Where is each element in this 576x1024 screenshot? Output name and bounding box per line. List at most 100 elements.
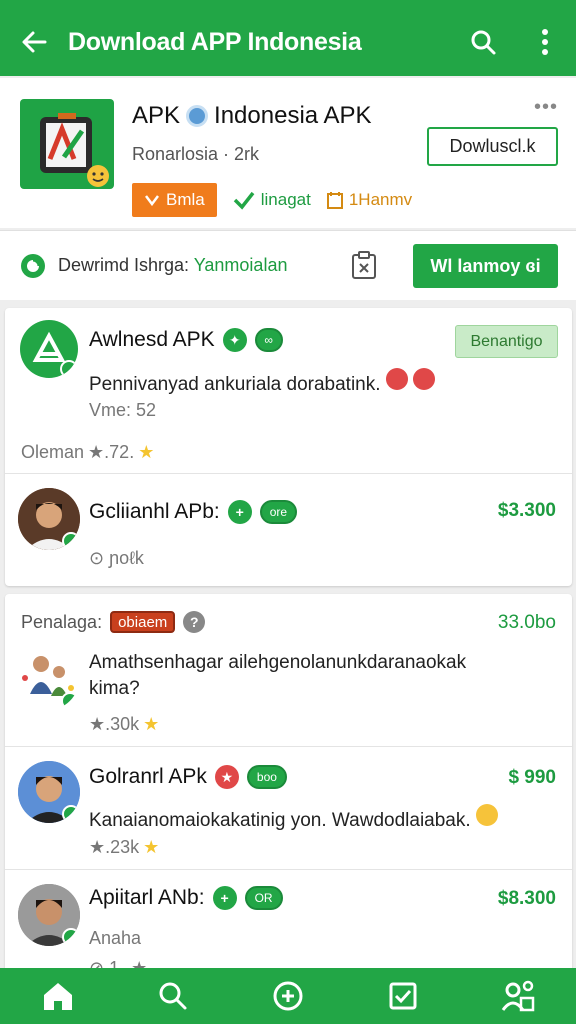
item-name: Gcliianhl APb: xyxy=(89,500,220,523)
app-logo-icon xyxy=(40,113,109,187)
overflow-menu-button[interactable] xyxy=(514,8,576,76)
item-name: Awlnesd APK xyxy=(89,328,215,351)
plus-badge-icon: + xyxy=(227,500,252,524)
info-bar: Dewrimd Ishrga: Yanmoialan Wl lanmoy ɞi xyxy=(0,230,576,300)
item-meta-label: Oleman xyxy=(21,442,85,462)
item-meta: ⊙ ɲoℓk xyxy=(89,548,144,568)
list-item[interactable]: Gcliianhl APb: + ore $3.300 ⊙ ɲoℓk xyxy=(5,474,572,586)
more-vert-icon xyxy=(542,29,548,55)
plus-badge-icon: + xyxy=(212,886,237,910)
item-price: $ 990 xyxy=(508,767,556,788)
angry-emoji-icon xyxy=(413,368,436,390)
sad-emoji-icon xyxy=(385,368,408,390)
more-options-icon[interactable]: ••• xyxy=(534,96,558,119)
worried-emoji-icon xyxy=(475,804,498,826)
item-description-cont: kima? xyxy=(89,678,140,699)
download-circle-icon xyxy=(273,981,303,1011)
item-pill: OR xyxy=(244,886,283,910)
info-label: Dewrimd Ishrga: xyxy=(58,255,190,275)
rating-value: ★.23k xyxy=(89,837,140,857)
download-button[interactable]: Dowluscl.k xyxy=(427,127,558,166)
bottom-nav xyxy=(0,968,576,1024)
info-check-icon xyxy=(21,254,45,278)
item-description: Kanaianomaiokakatinig yon. Wawdodlaiabak… xyxy=(89,804,498,832)
nav-download[interactable] xyxy=(230,968,345,1024)
item-meta: Oleman ★.72. ★ xyxy=(21,442,154,463)
chip-amber[interactable]: 1Hanmv xyxy=(326,190,413,210)
clipboard-icon[interactable] xyxy=(351,250,377,280)
card-header: Penalaga: obiaem ? 33.0bo xyxy=(5,594,572,642)
list-item[interactable]: Awlnesd APK ✦ ∞ Benantigo Pennivanyad an… xyxy=(5,308,572,472)
app-header-card: APK Indonesia APK ••• Ronarlosia · 2rk D… xyxy=(0,78,576,228)
nav-profile[interactable] xyxy=(461,968,576,1024)
rating-value: ★.30k xyxy=(89,714,140,734)
chip-orange-label: Bmla xyxy=(166,190,205,209)
list-item[interactable]: Amathsenhagar ailehgenolanunkdaranaokak … xyxy=(5,642,572,746)
item-rating: ★.72. xyxy=(88,442,135,462)
chip-amber-label: 1Hanmv xyxy=(348,190,413,209)
star-icon: ★ xyxy=(143,714,160,734)
app-name-suffix: Indonesia APK xyxy=(214,102,372,129)
check-icon xyxy=(233,191,255,210)
avatar xyxy=(17,648,79,710)
star-icon: ★ xyxy=(143,837,160,857)
chip-check[interactable]: linagat xyxy=(233,190,311,210)
nav-search[interactable] xyxy=(115,968,230,1024)
calendar-icon xyxy=(326,192,343,209)
item-title: Awlnesd APK ✦ ∞ xyxy=(89,328,283,352)
home-icon xyxy=(43,983,72,1010)
item-name: Golranrl APk xyxy=(89,765,207,788)
profile-icon xyxy=(502,980,535,1012)
page-title: Download APP Indonesia xyxy=(68,27,362,56)
online-badge-icon xyxy=(60,360,78,378)
chip-check-label: linagat xyxy=(260,190,311,209)
checkbox-icon xyxy=(389,982,417,1010)
list-item[interactable]: Apiitarl ANb: + OR $8.300 Anaha ⊘ 1₂ ★ xyxy=(5,870,572,978)
app-name-prefix: APK xyxy=(132,102,181,129)
nav-tasks[interactable] xyxy=(346,968,461,1024)
item-description: Pennivanyad ankuriala dorabatink. xyxy=(89,368,436,396)
review-card-2: Penalaga: obiaem ? 33.0bo Amathsenhagar … xyxy=(5,594,572,978)
star-badge-icon: ★ xyxy=(214,765,239,789)
help-icon[interactable]: ? xyxy=(183,611,206,633)
card-header-price: 33.0bo xyxy=(497,612,556,633)
arrow-left-icon xyxy=(22,31,47,53)
item-pill: ore xyxy=(259,500,298,524)
nav-home[interactable] xyxy=(0,968,115,1024)
chevron-down-icon xyxy=(145,195,159,206)
card-header-title: Penalaga: obiaem ? xyxy=(21,611,206,633)
app-name: APK Indonesia APK xyxy=(132,102,371,130)
item-description-text: Pennivanyad ankuriala dorabatink. xyxy=(89,374,381,395)
online-badge-icon xyxy=(62,805,80,823)
item-name: Apiitarl ANb: xyxy=(89,886,205,909)
card-header-tag[interactable]: obiaem xyxy=(110,611,176,633)
item-title: Golranrl APk ★ boo xyxy=(89,765,287,789)
info-highlight[interactable]: Yanmoialan xyxy=(194,255,288,275)
item-price: $8.300 xyxy=(497,888,556,909)
info-text: Dewrimd Ishrga: Yanmoialan xyxy=(58,255,287,276)
primary-action-button[interactable]: Wl lanmoy ɞi xyxy=(413,244,558,288)
review-card-1: Awlnesd APK ✦ ∞ Benantigo Pennivanyad an… xyxy=(5,308,572,586)
item-version: Vme: 52 xyxy=(89,400,157,420)
link-badge-icon: ∞ xyxy=(254,328,283,352)
item-price: $3.300 xyxy=(497,500,556,521)
avatar xyxy=(20,320,78,378)
card-header-label: Penalaga: xyxy=(21,611,103,632)
list-item[interactable]: Golranrl APk ★ boo $ 990 Kanaianomaiokak… xyxy=(5,747,572,868)
item-pill: boo xyxy=(246,765,287,789)
app-bar: Download APP Indonesia xyxy=(0,8,576,76)
app-icon xyxy=(20,99,114,189)
search-icon xyxy=(159,982,187,1010)
item-title: Gcliianhl APb: + ore xyxy=(89,500,298,524)
item-rating: ★.23k ★ xyxy=(89,837,159,858)
app-chips: Bmla linagat 1Hanmv xyxy=(132,183,412,217)
chip-orange[interactable]: Bmla xyxy=(132,183,217,217)
plus-badge-icon: ✦ xyxy=(222,328,247,352)
item-description: Amathsenhagar ailehgenolanunkdaranaokak xyxy=(89,652,467,673)
online-badge-icon xyxy=(61,692,79,710)
app-subtitle: Ronarlosia · 2rk xyxy=(132,144,260,164)
verified-icon xyxy=(186,105,209,127)
back-button[interactable] xyxy=(0,8,68,76)
search-button[interactable] xyxy=(452,8,514,76)
status-badge[interactable]: Benantigo xyxy=(455,325,558,358)
